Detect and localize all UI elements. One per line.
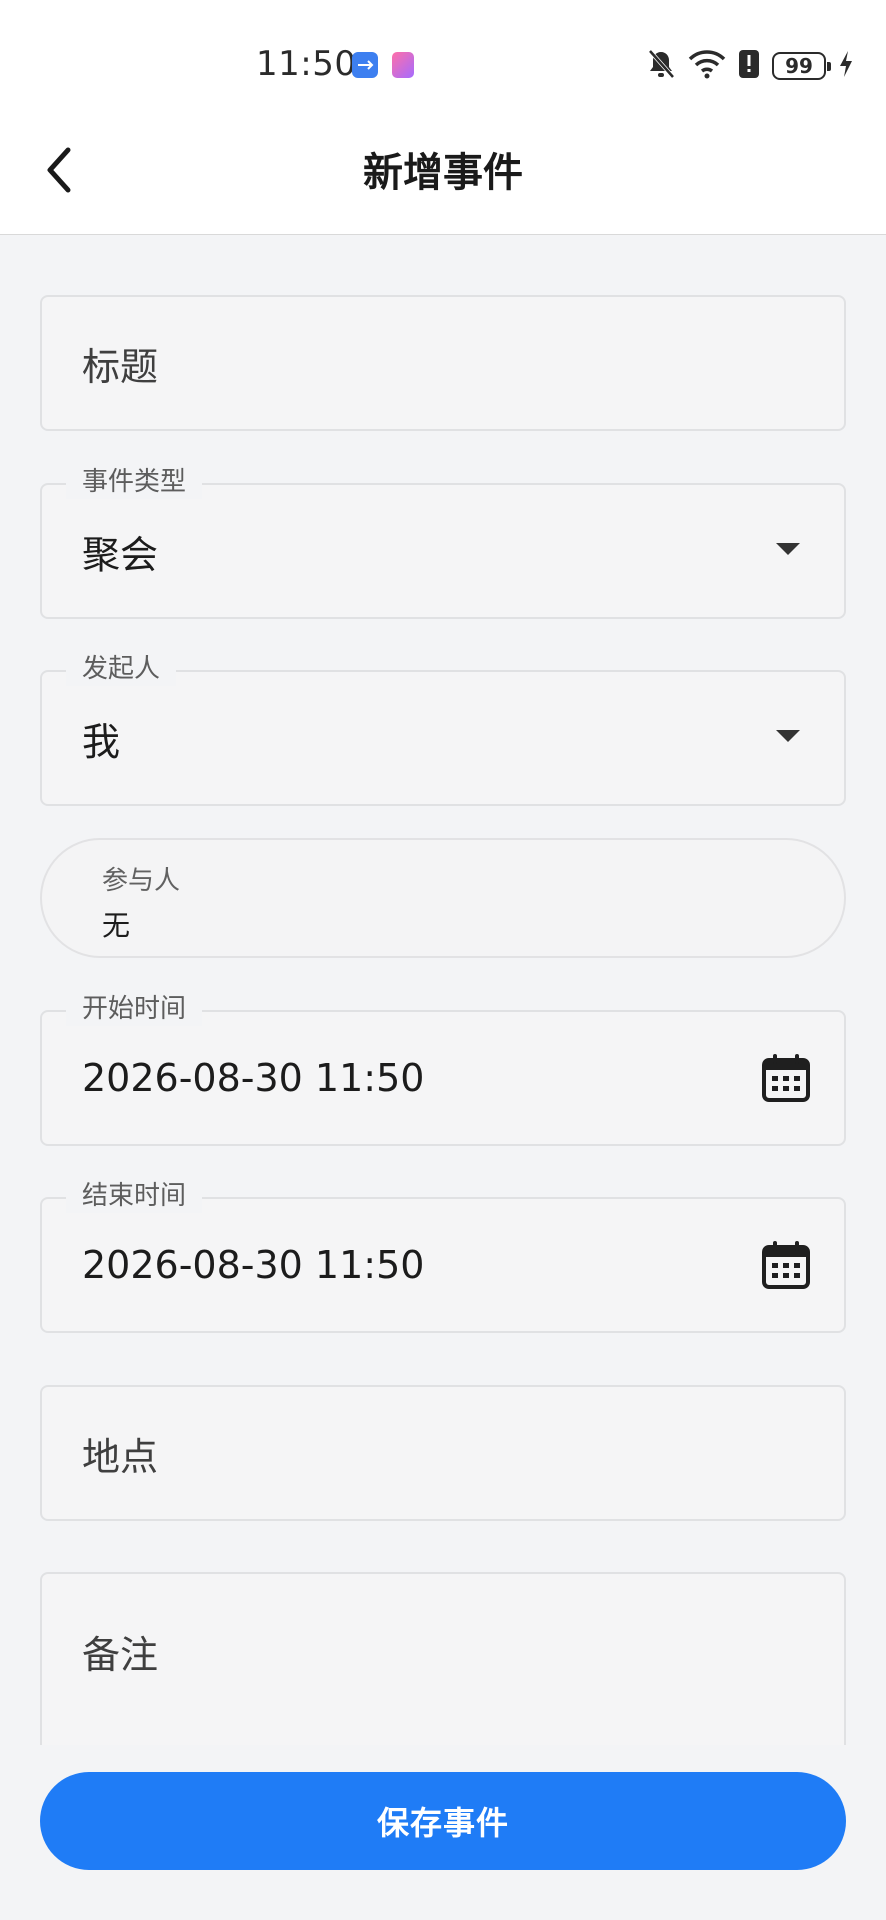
participants-field[interactable]: 参与人 无: [40, 838, 846, 958]
status-bar: 11:50 99: [0, 0, 886, 110]
wifi-icon: [688, 49, 726, 83]
participants-value: 无: [102, 909, 131, 942]
initiator-value: 我: [82, 719, 121, 764]
app-bar: 新增事件: [0, 110, 886, 235]
end-time-value: 2026-08-30 11:50: [82, 1243, 425, 1287]
page-title: 新增事件: [363, 150, 523, 196]
title-placeholder: 标题: [82, 344, 159, 389]
screen: 11:50 99 新增事件 标题 事件类型 聚会 发起人 我 参与人 无 开始时…: [0, 0, 886, 1920]
title-field[interactable]: 标题: [40, 295, 846, 431]
usb-debug-icon: [352, 52, 378, 78]
notes-field[interactable]: 备注: [40, 1572, 846, 1745]
alert-icon: [738, 49, 760, 83]
battery-level: 99: [785, 54, 813, 78]
end-time-field[interactable]: 结束时间 2026-08-30 11:50: [40, 1179, 846, 1333]
event-form: 标题 事件类型 聚会 发起人 我 参与人 无 开始时间 2026-08-30 1…: [0, 235, 886, 1745]
status-time: 11:50: [256, 44, 357, 84]
bell-off-icon: [646, 48, 676, 84]
notes-placeholder: 备注: [82, 1633, 159, 1677]
location-placeholder: 地点: [82, 1434, 159, 1479]
calendar-icon[interactable]: [760, 1052, 812, 1104]
event-type-value: 聚会: [82, 532, 159, 577]
dropdown-arrow-icon: [776, 543, 800, 555]
location-field[interactable]: 地点: [40, 1385, 846, 1521]
status-icons: 99: [646, 48, 854, 84]
event-type-select[interactable]: 事件类型 聚会: [40, 465, 846, 619]
participants-label: 参与人: [102, 866, 181, 896]
app-notification-icon: [392, 52, 414, 78]
calendar-icon[interactable]: [760, 1239, 812, 1291]
start-time-field[interactable]: 开始时间 2026-08-30 11:50: [40, 992, 846, 1146]
charging-icon: [838, 50, 854, 82]
save-event-button[interactable]: 保存事件: [40, 1772, 846, 1870]
battery-icon: 99: [772, 52, 831, 80]
start-time-value: 2026-08-30 11:50: [82, 1056, 425, 1100]
dropdown-arrow-icon: [776, 730, 800, 742]
initiator-select[interactable]: 发起人 我: [40, 652, 846, 806]
